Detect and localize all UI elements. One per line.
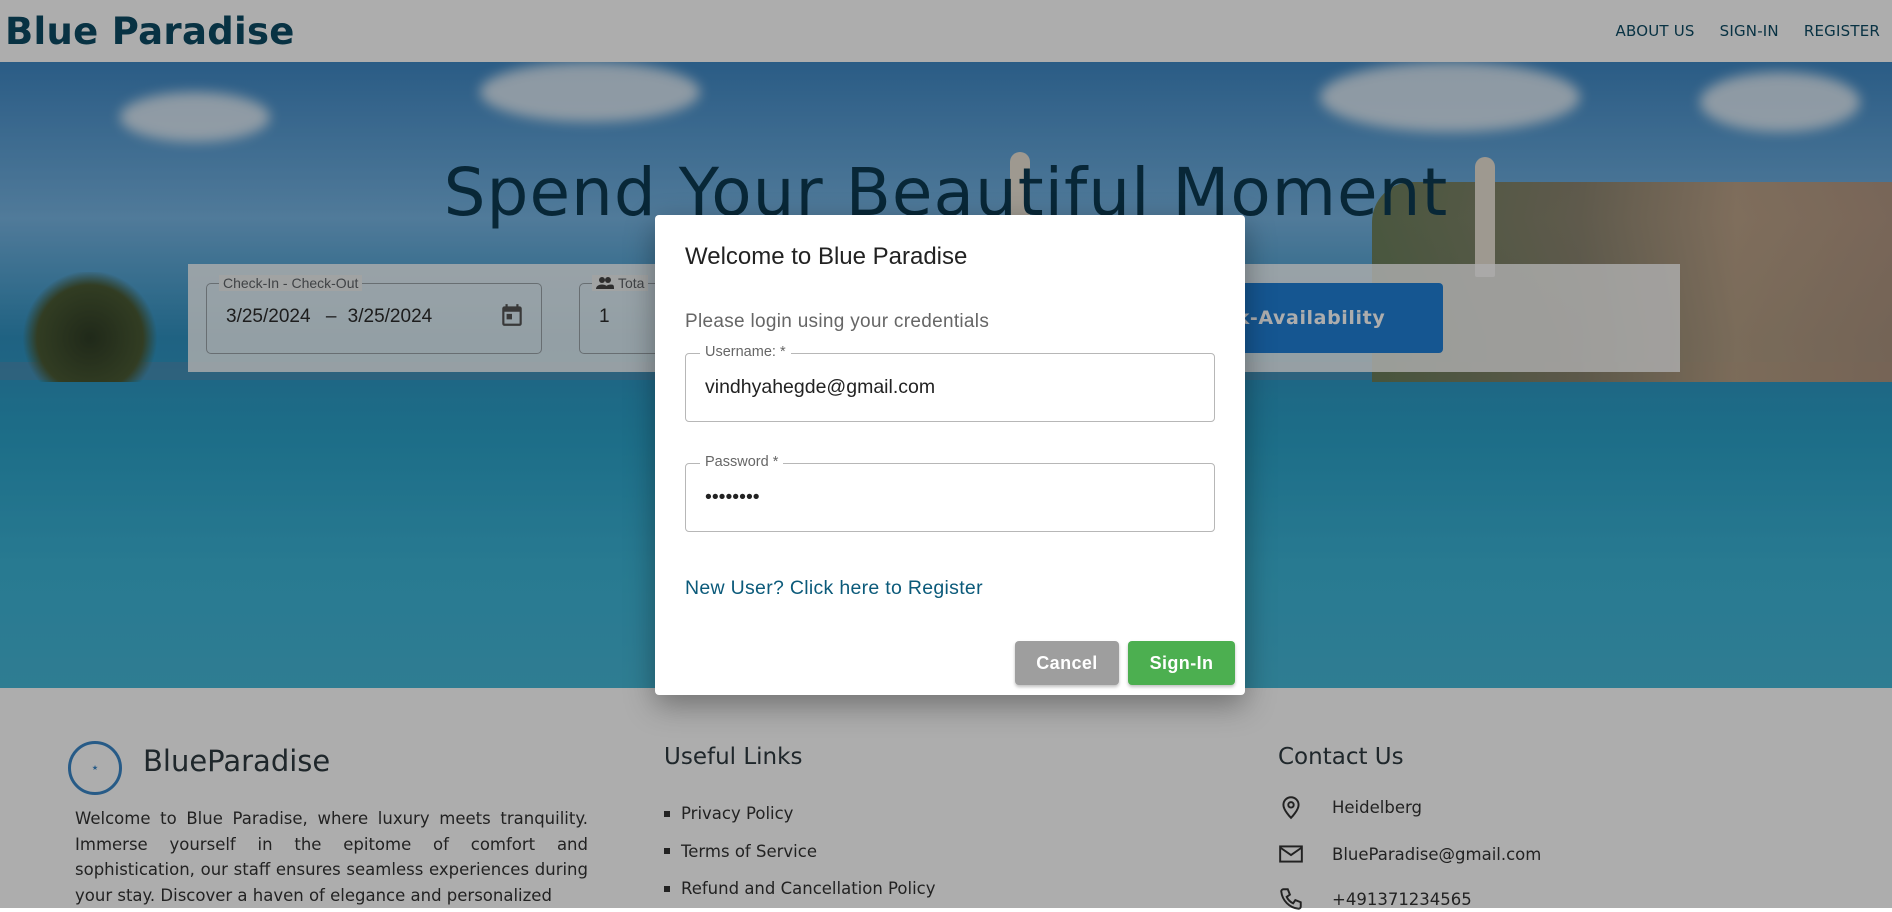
password-input[interactable] xyxy=(705,486,1185,509)
username-label: Username: * xyxy=(700,344,791,360)
dialog-title: Welcome to Blue Paradise xyxy=(685,243,968,270)
username-field: Username: * xyxy=(685,344,1215,422)
register-link[interactable]: New User? Click here to Register xyxy=(685,577,983,600)
dialog-subtitle: Please login using your credentials xyxy=(685,311,990,332)
sign-in-button[interactable]: Sign-In xyxy=(1128,641,1235,685)
username-input[interactable] xyxy=(705,376,1185,399)
login-dialog: Welcome to Blue Paradise Please login us… xyxy=(655,215,1245,695)
password-field: Password * xyxy=(685,454,1215,532)
password-label: Password * xyxy=(700,454,784,470)
cancel-button[interactable]: Cancel xyxy=(1015,641,1119,685)
